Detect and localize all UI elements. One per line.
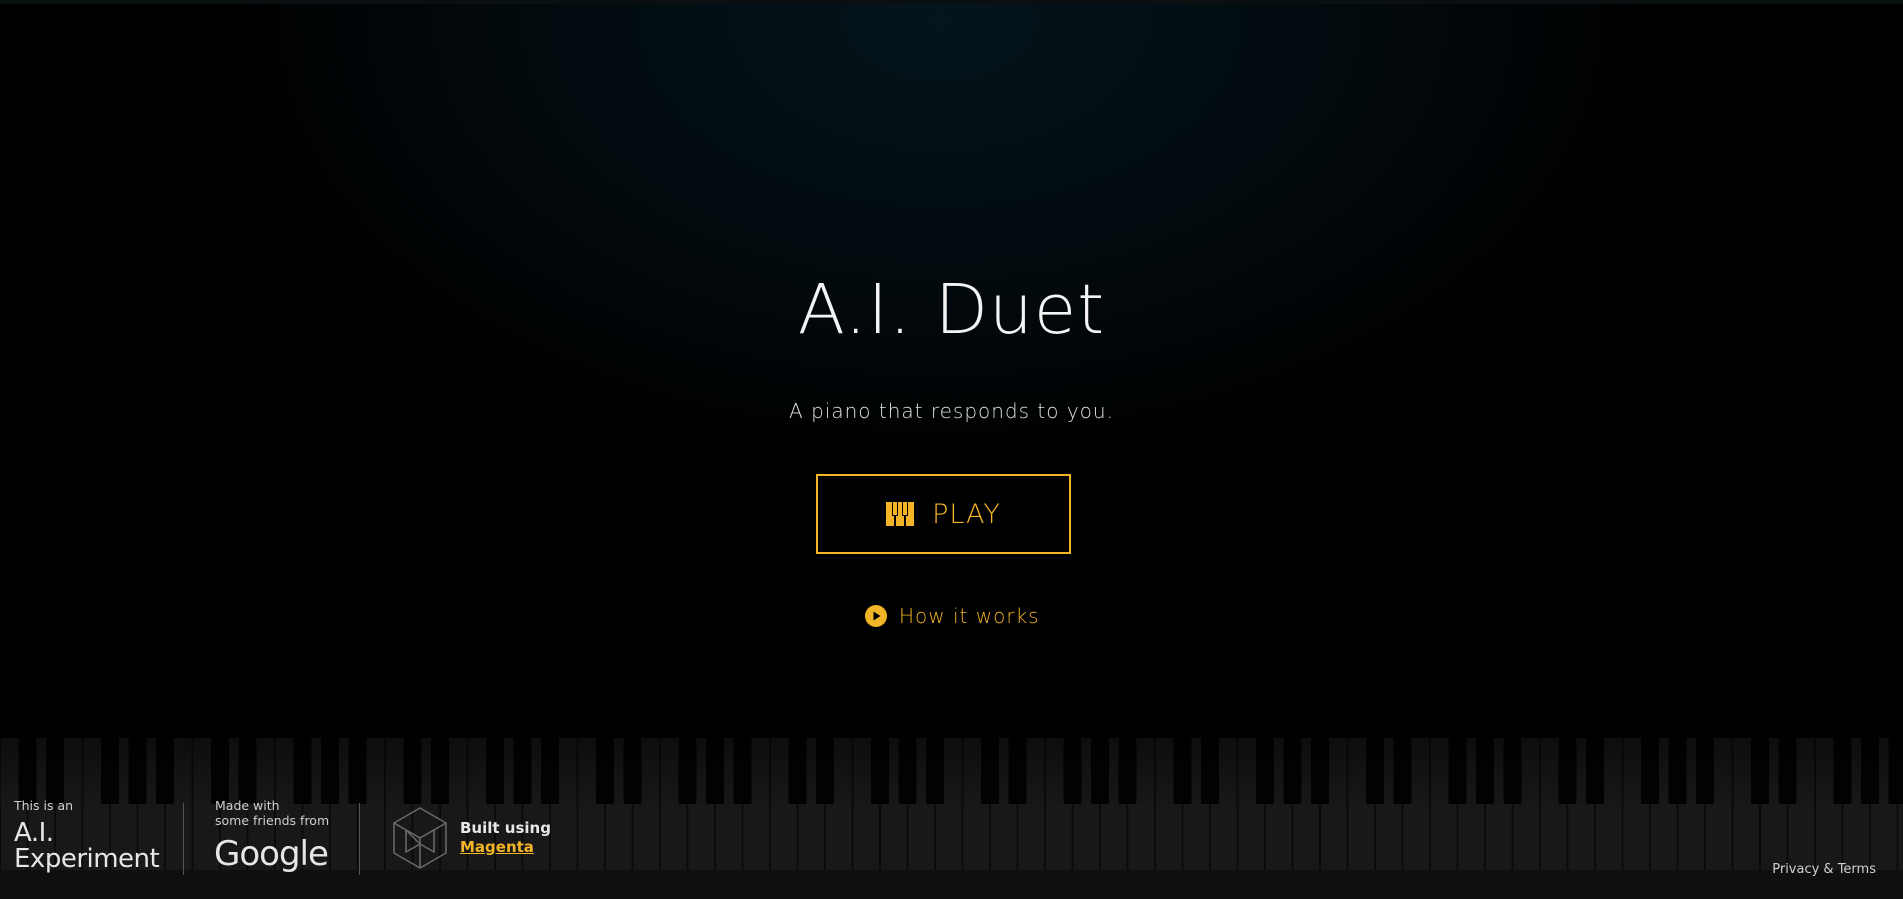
- how-it-works-label: How it works: [899, 604, 1040, 628]
- magenta-link[interactable]: Magenta: [460, 838, 534, 856]
- ai-experiment-line2: Experiment: [14, 844, 160, 874]
- privacy-terms-link[interactable]: Privacy & Terms: [1772, 862, 1876, 877]
- built-using-label: Built using: [460, 819, 551, 837]
- google-logo[interactable]: Google: [214, 834, 329, 874]
- play-circle-icon: [865, 605, 887, 627]
- play-button[interactable]: PLAY: [816, 474, 1071, 554]
- made-with-line2: some friends from: [215, 813, 330, 828]
- ai-experiment-line1: A.I.: [14, 818, 54, 848]
- how-it-works-link[interactable]: How it works: [865, 602, 1040, 630]
- made-with-line1: Made with: [215, 798, 280, 813]
- ai-experiment-logo[interactable]: A.I. Experiment: [14, 818, 160, 874]
- top-border: [0, 0, 1903, 4]
- footer-divider: [359, 803, 360, 875]
- piano-keys-icon: [886, 502, 915, 526]
- page-subtitle: A piano that responds to you.: [789, 399, 1114, 423]
- made-with-text: Made with some friends from: [215, 798, 329, 828]
- play-button-label: PLAY: [932, 498, 1001, 530]
- experiment-prefix: This is an: [14, 798, 74, 813]
- footer-bar: [0, 870, 1903, 899]
- magenta-logo[interactable]: [392, 806, 448, 870]
- page-title: A.I. Duet: [797, 270, 1106, 350]
- footer-divider: [183, 803, 184, 875]
